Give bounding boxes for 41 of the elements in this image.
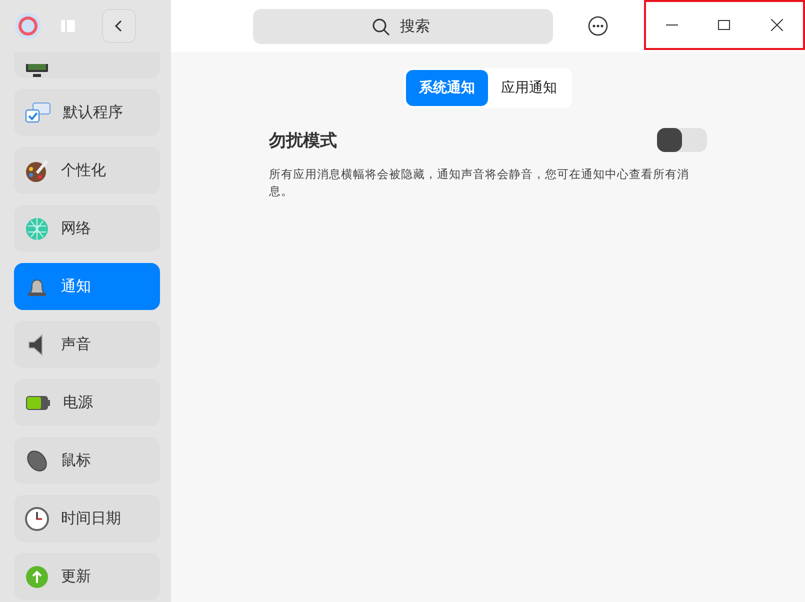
toggle-switch[interactable] — [657, 128, 707, 152]
sidebar-item[interactable] — [14, 52, 160, 78]
close-icon — [770, 19, 783, 31]
sidebar-item-label: 鼠标 — [61, 451, 91, 470]
search-icon — [372, 18, 390, 36]
clock-icon — [25, 506, 49, 530]
sidebar-item[interactable]: 网络 — [14, 205, 160, 252]
search-field[interactable]: 搜索 — [253, 8, 553, 44]
sidebar-item-label: 时间日期 — [61, 509, 121, 528]
sidebar-item[interactable]: 默认程序 — [14, 89, 160, 136]
monitor-icon — [25, 64, 49, 78]
sidebar-item[interactable]: 鼠标 — [14, 437, 160, 484]
minimize-icon — [666, 24, 678, 26]
sidebar-item[interactable]: 通知 — [14, 263, 160, 310]
sidebar-item[interactable]: 电源 — [14, 379, 160, 426]
settings-icon — [14, 12, 42, 40]
battery-icon — [25, 394, 51, 412]
palette-icon — [25, 158, 49, 182]
app-windows-icon — [25, 102, 51, 124]
tab[interactable]: 应用通知 — [488, 70, 570, 106]
sidebar-item-label: 通知 — [61, 277, 91, 296]
globe-icon — [25, 216, 49, 240]
sidebar-item-label: 个性化 — [61, 161, 106, 180]
sidebar-toggle-icon[interactable] — [60, 18, 76, 34]
setting-title: 勿扰模式 — [269, 130, 337, 152]
more-options-button[interactable] — [588, 16, 608, 36]
sidebar-item-label: 网络 — [61, 219, 91, 238]
sidebar-item-label: 电源 — [63, 393, 93, 412]
back-button[interactable] — [102, 9, 136, 43]
mouse-icon — [25, 448, 49, 472]
tab[interactable]: 系统通知 — [406, 70, 488, 106]
sidebar-item-label: 更新 — [61, 567, 91, 586]
sidebar-item[interactable]: 时间日期 — [14, 495, 160, 542]
chevron-left-icon — [114, 19, 124, 33]
sidebar-item-label: 声音 — [61, 335, 91, 354]
setting-description: 所有应用消息横幅将会被隐藏，通知声音将会静音，您可在通知中心查看所有消息。 — [269, 166, 690, 200]
sidebar-item-label: 默认程序 — [63, 103, 123, 122]
sidebar-item[interactable]: 声音 — [14, 321, 160, 368]
maximize-icon — [718, 19, 730, 31]
sidebar-item[interactable]: 个性化 — [14, 147, 160, 194]
sidebar-item[interactable]: 更新 — [14, 553, 160, 600]
